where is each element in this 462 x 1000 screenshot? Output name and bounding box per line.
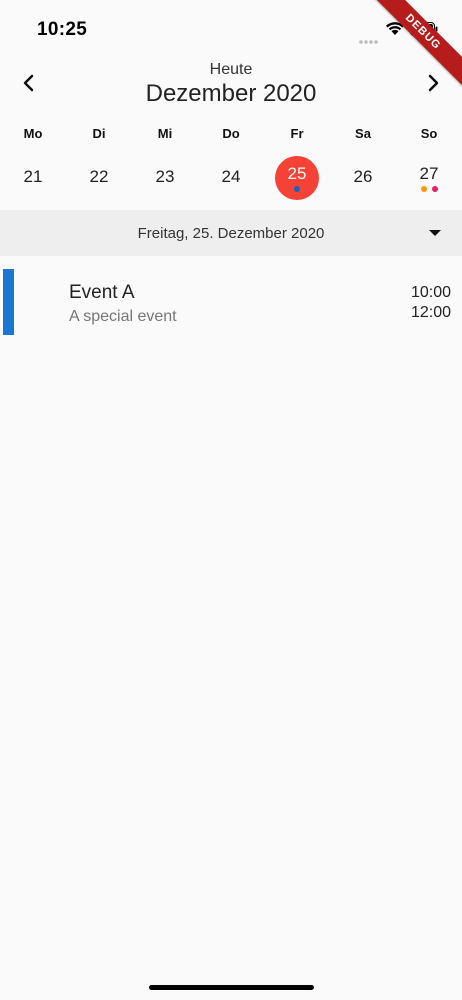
- day-cell[interactable]: 22: [66, 156, 132, 200]
- event-start-time: 10:00: [410, 284, 451, 301]
- today-button[interactable]: Heute: [0, 61, 462, 79]
- weekday-mi: Mi: [157, 126, 173, 141]
- next-month-button[interactable]: [418, 70, 448, 100]
- day-cell-selected[interactable]: 25: [264, 156, 330, 200]
- selected-date-bar[interactable]: Freitag, 25. Dezember 2020: [0, 210, 462, 256]
- weekday-so: So: [420, 126, 438, 141]
- day-number: 25: [287, 164, 307, 183]
- event-dot: [420, 186, 427, 192]
- day-cell[interactable]: 24: [198, 156, 264, 200]
- day-cell[interactable]: 26: [330, 156, 396, 200]
- day-number: 21: [23, 167, 43, 186]
- event-dot: [431, 186, 438, 192]
- dropdown-arrow-icon[interactable]: [429, 230, 441, 236]
- weekday-header: Mo Di Mi Do Fr Sa So: [0, 126, 462, 144]
- day-cell[interactable]: 23: [132, 156, 198, 200]
- selected-date-label: Freitag, 25. Dezember 2020: [137, 225, 325, 242]
- day-number: 22: [89, 167, 109, 186]
- weekday-do: Do: [222, 126, 240, 141]
- calendar-screen: 10:25 DEBUG Heute Dezember 2020 Mo Di Mi…: [0, 0, 462, 1000]
- week-days-row: 21 22 23 24 25 26 27: [0, 156, 462, 200]
- event-item[interactable]: Event A A special event 10:00 12:00: [0, 269, 462, 335]
- event-dots: [407, 186, 451, 192]
- event-title: Event A: [69, 282, 135, 303]
- calendar-header: Heute Dezember 2020: [0, 58, 462, 118]
- weekday-sa: Sa: [355, 126, 371, 141]
- event-dot: [294, 186, 300, 192]
- weekday-mo: Mo: [23, 126, 43, 141]
- event-dots: [275, 186, 319, 192]
- home-indicator[interactable]: [149, 985, 314, 990]
- day-cell[interactable]: 21: [0, 156, 66, 200]
- day-cell[interactable]: 27: [396, 156, 462, 200]
- month-title: Dezember 2020: [145, 80, 317, 107]
- chevron-right-icon: [426, 74, 440, 97]
- event-color-bar: [3, 269, 14, 335]
- status-time: 10:25: [37, 19, 88, 40]
- weekday-fr: Fr: [290, 126, 304, 141]
- signal-icon: [359, 32, 379, 50]
- day-number: 26: [353, 167, 373, 186]
- event-subtitle: A special event: [69, 308, 177, 325]
- event-end-time: 12:00: [410, 304, 451, 321]
- day-number: 24: [221, 167, 241, 186]
- day-number: 27: [419, 164, 439, 183]
- weekday-di: Di: [92, 126, 106, 141]
- day-number: 23: [155, 167, 175, 186]
